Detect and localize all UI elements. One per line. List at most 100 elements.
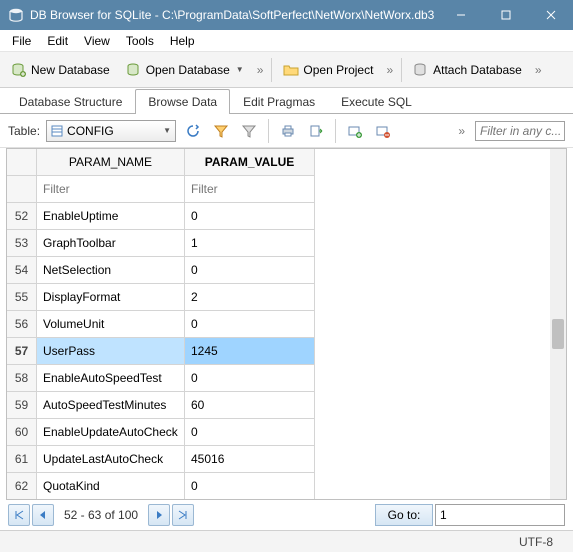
- cell-param-name[interactable]: UserPass: [37, 338, 185, 365]
- titlebar[interactable]: DB Browser for SQLite - C:\ProgramData\S…: [0, 0, 573, 30]
- filter-param-value[interactable]: [185, 176, 315, 203]
- menu-view[interactable]: View: [76, 32, 118, 50]
- row-number[interactable]: 61: [7, 446, 37, 473]
- cell-param-value[interactable]: 0: [185, 419, 315, 446]
- database-new-icon: [11, 62, 27, 78]
- refresh-button[interactable]: [182, 120, 204, 142]
- data-grid: PARAM_NAME PARAM_VALUE 52 EnableUptime 0…: [6, 148, 567, 500]
- table-row[interactable]: 62 QuotaKind 0: [7, 473, 550, 499]
- row-number[interactable]: 56: [7, 311, 37, 338]
- row-number[interactable]: 57: [7, 338, 37, 365]
- tab-execute-sql[interactable]: Execute SQL: [328, 89, 425, 114]
- dropdown-icon[interactable]: ▼: [236, 65, 244, 74]
- cell-param-name[interactable]: UpdateLastAutoCheck: [37, 446, 185, 473]
- row-number[interactable]: 52: [7, 203, 37, 230]
- cell-param-value[interactable]: 2: [185, 284, 315, 311]
- overflow-icon[interactable]: »: [531, 63, 546, 77]
- overflow-icon[interactable]: »: [382, 63, 397, 77]
- open-project-button[interactable]: Open Project: [276, 57, 380, 83]
- new-database-button[interactable]: New Database: [4, 57, 117, 83]
- cell-param-name[interactable]: VolumeUnit: [37, 311, 185, 338]
- overflow-icon[interactable]: »: [454, 124, 469, 138]
- tab-database-structure[interactable]: Database Structure: [6, 89, 135, 114]
- table-row[interactable]: 55 DisplayFormat 2: [7, 284, 550, 311]
- grid-corner: [7, 149, 37, 176]
- column-header-param-name[interactable]: PARAM_NAME: [37, 149, 185, 176]
- cell-param-value[interactable]: 0: [185, 365, 315, 392]
- table-row[interactable]: 61 UpdateLastAutoCheck 45016: [7, 446, 550, 473]
- cell-param-name[interactable]: EnableUptime: [37, 203, 185, 230]
- table-row[interactable]: 52 EnableUptime 0: [7, 203, 550, 230]
- vertical-scrollbar[interactable]: [550, 149, 566, 499]
- cell-param-name[interactable]: QuotaKind: [37, 473, 185, 499]
- refresh-icon: [185, 123, 201, 139]
- row-number[interactable]: 53: [7, 230, 37, 257]
- menu-file[interactable]: File: [4, 32, 39, 50]
- menu-edit[interactable]: Edit: [39, 32, 76, 50]
- tab-edit-pragmas[interactable]: Edit Pragmas: [230, 89, 328, 114]
- print-button[interactable]: [277, 120, 299, 142]
- minimize-button[interactable]: [438, 0, 483, 30]
- open-database-label: Open Database: [146, 63, 230, 77]
- statusbar: UTF-8: [0, 530, 573, 552]
- attach-database-button[interactable]: Attach Database: [406, 57, 529, 83]
- separator: [271, 58, 272, 82]
- delete-record-button[interactable]: [372, 120, 394, 142]
- cell-param-name[interactable]: NetSelection: [37, 257, 185, 284]
- table-select[interactable]: CONFIG ▼: [46, 120, 176, 142]
- cell-param-name[interactable]: EnableUpdateAutoCheck: [37, 419, 185, 446]
- new-record-button[interactable]: [344, 120, 366, 142]
- open-database-button[interactable]: Open Database ▼: [119, 57, 251, 83]
- cell-param-value[interactable]: 45016: [185, 446, 315, 473]
- maximize-button[interactable]: [483, 0, 528, 30]
- clear-filters-button[interactable]: [210, 120, 232, 142]
- cell-param-value[interactable]: 0: [185, 203, 315, 230]
- attach-database-label: Attach Database: [433, 63, 522, 77]
- last-page-button[interactable]: [172, 504, 194, 526]
- scroll-thumb[interactable]: [552, 319, 564, 349]
- cell-param-value[interactable]: 0: [185, 473, 315, 499]
- menubar: File Edit View Tools Help: [0, 30, 573, 52]
- folder-open-icon: [283, 62, 299, 78]
- separator: [335, 119, 336, 143]
- table-row[interactable]: 53 GraphToolbar 1: [7, 230, 550, 257]
- table-row[interactable]: 56 VolumeUnit 0: [7, 311, 550, 338]
- menu-help[interactable]: Help: [162, 32, 203, 50]
- column-header-param-value[interactable]: PARAM_VALUE: [185, 149, 315, 176]
- goto-button[interactable]: Go to:: [375, 504, 433, 526]
- table-row[interactable]: 57 UserPass 1245: [7, 338, 550, 365]
- cell-param-name[interactable]: EnableAutoSpeedTest: [37, 365, 185, 392]
- row-number[interactable]: 55: [7, 284, 37, 311]
- row-number[interactable]: 62: [7, 473, 37, 499]
- grid-corner: [7, 176, 37, 203]
- filter-param-name[interactable]: [37, 176, 185, 203]
- overflow-icon[interactable]: »: [253, 63, 268, 77]
- cell-param-value[interactable]: 1245: [185, 338, 315, 365]
- cell-param-name[interactable]: DisplayFormat: [37, 284, 185, 311]
- row-number[interactable]: 58: [7, 365, 37, 392]
- row-number[interactable]: 54: [7, 257, 37, 284]
- prev-page-button[interactable]: [32, 504, 54, 526]
- table-row[interactable]: 54 NetSelection 0: [7, 257, 550, 284]
- goto-input[interactable]: [435, 504, 565, 526]
- next-page-button[interactable]: [148, 504, 170, 526]
- toolbar: New Database Open Database ▼ » Open Proj…: [0, 52, 573, 88]
- tab-browse-data[interactable]: Browse Data: [135, 89, 230, 114]
- cell-param-value[interactable]: 60: [185, 392, 315, 419]
- cell-param-value[interactable]: 0: [185, 257, 315, 284]
- save-filter-button[interactable]: [238, 120, 260, 142]
- cell-param-value[interactable]: 1: [185, 230, 315, 257]
- export-button[interactable]: [305, 120, 327, 142]
- cell-param-value[interactable]: 0: [185, 311, 315, 338]
- menu-tools[interactable]: Tools: [118, 32, 162, 50]
- table-row[interactable]: 58 EnableAutoSpeedTest 0: [7, 365, 550, 392]
- table-row[interactable]: 60 EnableUpdateAutoCheck 0: [7, 419, 550, 446]
- filter-any-column-input[interactable]: [475, 121, 565, 141]
- cell-param-name[interactable]: AutoSpeedTestMinutes: [37, 392, 185, 419]
- row-number[interactable]: 59: [7, 392, 37, 419]
- first-page-button[interactable]: [8, 504, 30, 526]
- row-number[interactable]: 60: [7, 419, 37, 446]
- close-button[interactable]: [528, 0, 573, 30]
- cell-param-name[interactable]: GraphToolbar: [37, 230, 185, 257]
- table-row[interactable]: 59 AutoSpeedTestMinutes 60: [7, 392, 550, 419]
